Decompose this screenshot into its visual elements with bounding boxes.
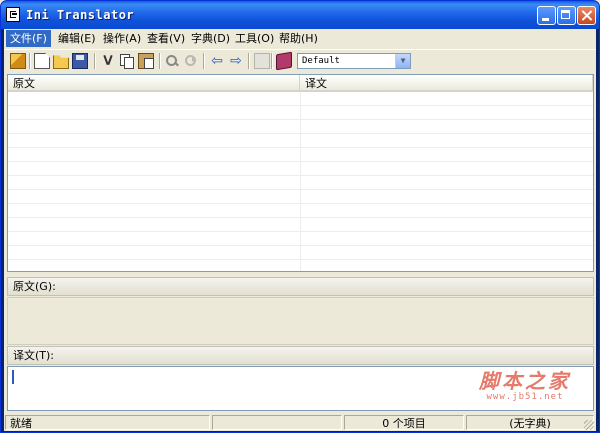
- watermark-text: 脚本之家: [479, 369, 571, 393]
- dictionary-book-icon[interactable]: [276, 51, 292, 71]
- toolbar-separator: [248, 53, 250, 69]
- menu-file[interactable]: 文件(F): [6, 30, 51, 47]
- toolbar-separator: [159, 53, 161, 69]
- column-header-source[interactable]: 原文: [8, 75, 300, 92]
- save-disk-icon[interactable]: [72, 53, 88, 69]
- watermark-url: www.jb51.net: [486, 392, 564, 402]
- menu-operate[interactable]: 操作(A): [99, 30, 145, 47]
- toolbar-separator: [271, 53, 273, 69]
- status-ready: 就绪: [5, 415, 210, 430]
- chevron-down-icon[interactable]: ▼: [395, 54, 410, 68]
- profile-select-value: Default: [302, 56, 340, 66]
- source-text-display: [7, 297, 594, 345]
- table-header: 原文 译文: [8, 75, 593, 92]
- menu-view[interactable]: 查看(V): [143, 30, 189, 47]
- open-folder-icon[interactable]: [53, 55, 69, 69]
- column-divider: [300, 92, 301, 271]
- app-icon[interactable]: [6, 7, 20, 22]
- status-dictionary: (无字典): [466, 415, 594, 430]
- translation-panel-label: 译文(T):: [7, 346, 594, 365]
- status-bar: 就绪 0 个项目 (无字典): [4, 414, 596, 431]
- app-window: Ini Translator 文件(F) 编辑(E) 操作(A) 查看(V) 字…: [0, 0, 600, 433]
- toolbar: ⇦ ⇨ Default ▼: [4, 49, 596, 71]
- copy-icon[interactable]: [119, 53, 135, 69]
- status-item-count: 0 个项目: [344, 415, 464, 430]
- profile-select[interactable]: Default ▼: [297, 53, 411, 69]
- resize-grip-icon[interactable]: [584, 420, 594, 430]
- open-wizard-icon[interactable]: [10, 53, 26, 69]
- status-empty-panel: [212, 415, 342, 430]
- toolbar-separator: [203, 53, 205, 69]
- print-icon[interactable]: [254, 53, 270, 69]
- new-file-icon[interactable]: [34, 53, 50, 69]
- arrow-left-icon[interactable]: ⇦: [209, 53, 225, 69]
- column-header-translation[interactable]: 译文: [300, 75, 593, 92]
- find-magnifier-icon[interactable]: [164, 53, 180, 69]
- minimize-button[interactable]: [537, 6, 556, 25]
- cut-scissors-icon[interactable]: [100, 53, 116, 69]
- arrow-right-icon[interactable]: ⇨: [228, 53, 244, 69]
- toolbar-separator: [29, 53, 31, 69]
- translation-input[interactable]: 脚本之家 www.jb51.net: [7, 366, 594, 411]
- text-caret: [12, 370, 14, 384]
- toolbar-separator: [94, 53, 96, 69]
- source-panel-label: 原文(G):: [7, 277, 594, 296]
- window-title: Ini Translator: [26, 8, 135, 22]
- title-bar[interactable]: Ini Translator: [1, 1, 599, 29]
- menu-help[interactable]: 帮助(H): [275, 30, 322, 47]
- translation-table[interactable]: 原文 译文: [7, 74, 594, 272]
- find-next-icon[interactable]: [183, 53, 199, 69]
- close-button[interactable]: [577, 6, 596, 25]
- menu-dictionary[interactable]: 字典(D): [187, 30, 234, 47]
- site-watermark: 脚本之家 www.jb51.net: [479, 370, 571, 402]
- maximize-button[interactable]: [557, 6, 576, 25]
- menu-bar: 文件(F) 编辑(E) 操作(A) 查看(V) 字典(D) 工具(O) 帮助(H…: [4, 29, 596, 48]
- paste-clipboard-icon[interactable]: [138, 53, 154, 69]
- menu-edit[interactable]: 编辑(E): [54, 30, 100, 47]
- menu-tools[interactable]: 工具(O): [231, 30, 278, 47]
- client-area: 文件(F) 编辑(E) 操作(A) 查看(V) 字典(D) 工具(O) 帮助(H…: [4, 29, 596, 431]
